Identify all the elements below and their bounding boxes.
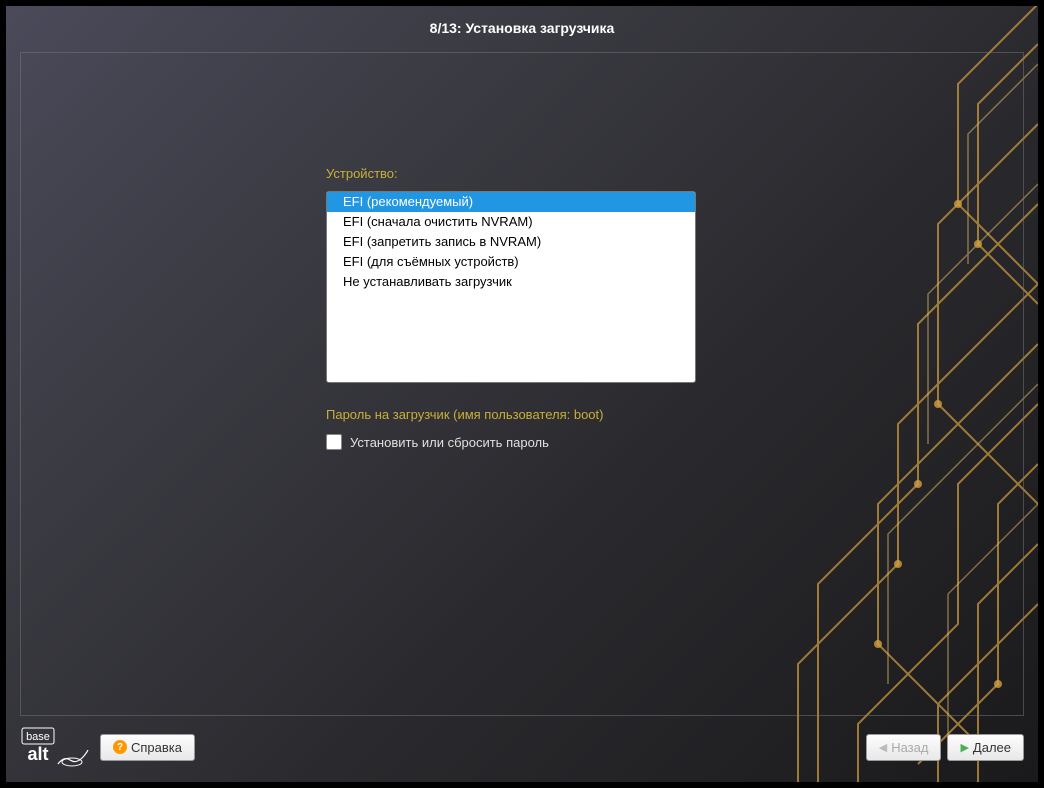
help-button-label: Справка — [131, 740, 182, 755]
password-checkbox-row: Установить или сбросить пароль — [326, 434, 696, 450]
chevron-left-icon: ◀ — [879, 741, 887, 754]
basealt-logo: base alt — [20, 726, 90, 768]
svg-text:alt: alt — [27, 744, 48, 764]
installer-window: 8/13: Установка загрузчика Устройство: E… — [6, 6, 1038, 782]
help-icon: ? — [113, 740, 127, 754]
back-button-label: Назад — [891, 740, 928, 755]
footer-right: ◀ Назад ▶ Далее — [866, 734, 1024, 761]
help-button[interactable]: ? Справка — [100, 734, 195, 761]
password-section-label: Пароль на загрузчик (имя пользователя: b… — [326, 407, 696, 422]
device-listbox[interactable]: EFI (рекомендуемый) EFI (сначала очистит… — [326, 191, 696, 383]
device-option-efi-clear-nvram[interactable]: EFI (сначала очистить NVRAM) — [327, 212, 695, 232]
footer-left: base alt ? Справка — [20, 726, 195, 768]
set-password-checkbox[interactable] — [326, 434, 342, 450]
set-password-label: Установить или сбросить пароль — [350, 435, 549, 450]
next-button-label: Далее — [973, 740, 1011, 755]
footer: base alt ? Справка ◀ Назад ▶ Далее — [20, 726, 1024, 768]
device-option-efi-removable[interactable]: EFI (для съёмных устройств) — [327, 252, 695, 272]
next-button[interactable]: ▶ Далее — [947, 734, 1024, 761]
device-label: Устройство: — [326, 166, 696, 181]
device-option-no-bootloader[interactable]: Не устанавливать загрузчик — [327, 272, 695, 292]
chevron-right-icon: ▶ — [960, 741, 968, 754]
device-option-efi-recommended[interactable]: EFI (рекомендуемый) — [327, 192, 695, 212]
page-title: 8/13: Установка загрузчика — [6, 6, 1038, 50]
device-option-efi-no-nvram-write[interactable]: EFI (запретить запись в NVRAM) — [327, 232, 695, 252]
svg-text:base: base — [26, 731, 50, 743]
back-button: ◀ Назад — [866, 734, 942, 761]
content-area: Устройство: EFI (рекомендуемый) EFI (сна… — [326, 166, 696, 450]
